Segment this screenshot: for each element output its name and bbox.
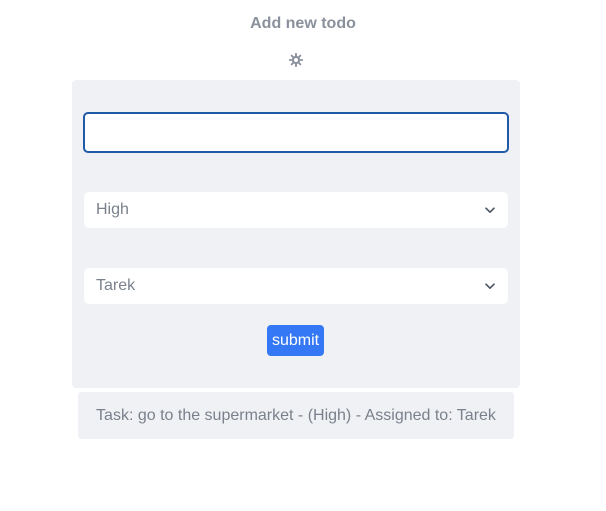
todo-page: Add new todo High Tarek submit Task: go …: [0, 0, 606, 511]
task-input[interactable]: [83, 112, 509, 153]
priority-select-value: High: [96, 201, 129, 218]
chevron-down-icon: [484, 204, 496, 216]
gear-icon[interactable]: [287, 51, 305, 69]
chevron-down-icon: [484, 280, 496, 292]
todo-item: Task: go to the supermarket - (High) - A…: [78, 392, 514, 439]
submit-button[interactable]: submit: [267, 325, 324, 356]
priority-select[interactable]: High: [84, 192, 508, 228]
page-title: Add new todo: [250, 15, 356, 32]
assignee-select-value: Tarek: [96, 277, 136, 294]
assignee-select[interactable]: Tarek: [84, 268, 508, 304]
add-todo-form: High Tarek submit: [72, 80, 520, 388]
